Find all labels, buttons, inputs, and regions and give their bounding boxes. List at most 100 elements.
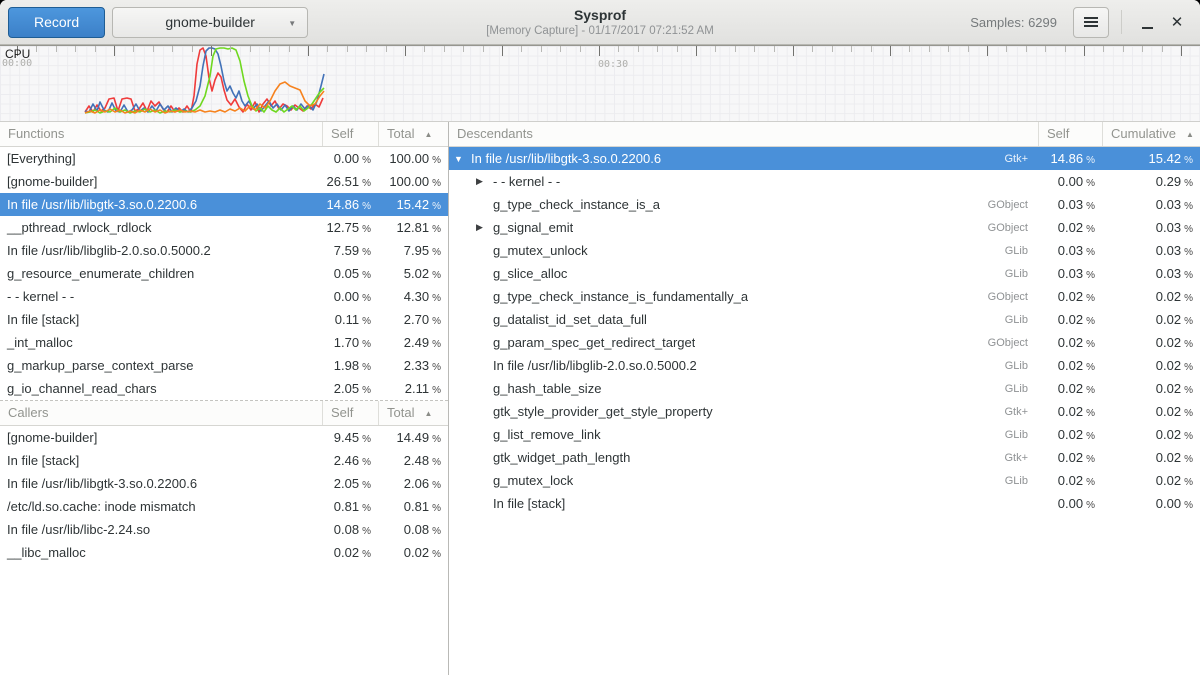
percent-sign: % [362, 339, 371, 350]
function-name: [gnome-builder] [0, 430, 322, 445]
table-row[interactable]: __libc_malloc0.02%0.02% [0, 541, 448, 564]
table-row[interactable]: /etc/ld.so.cache: inode mismatch0.81%0.8… [0, 495, 448, 518]
table-row[interactable]: g_datalist_id_set_data_fullGLib0.02%0.02… [449, 308, 1200, 331]
ruler-tick [114, 46, 115, 56]
table-row[interactable]: __pthread_rwlock_rdlock12.75%12.81% [0, 216, 448, 239]
percent-sign: % [362, 503, 371, 514]
table-row[interactable]: g_io_channel_read_chars2.05%2.11% [0, 377, 448, 400]
table-row[interactable]: g_resource_enumerate_children0.05%5.02% [0, 262, 448, 285]
table-row[interactable]: In file /usr/lib/libglib-2.0.so.0.5000.2… [449, 354, 1200, 377]
self-column-header[interactable]: Self [322, 122, 378, 146]
expander-right-icon[interactable]: ▶ [476, 222, 493, 233]
percent-sign: % [1086, 316, 1095, 327]
total-column-header[interactable]: Total▲ [378, 122, 448, 146]
descendant-name: g_mutex_lockGLib [449, 473, 1038, 488]
percent-cell: 0.02% [1102, 335, 1200, 350]
percent-value: 1.70 [334, 335, 359, 350]
table-row[interactable]: gtk_style_provider_get_style_propertyGtk… [449, 400, 1200, 423]
expander-right-icon[interactable]: ▶ [476, 176, 493, 187]
record-button[interactable]: Record [8, 7, 105, 38]
table-row[interactable]: g_type_check_instance_is_aGObject0.03%0.… [449, 193, 1200, 216]
ruler-tick [677, 46, 678, 52]
table-row[interactable]: ▶g_signal_emitGObject0.02%0.03% [449, 216, 1200, 239]
table-row[interactable]: g_hash_table_sizeGLib0.02%0.02% [449, 377, 1200, 400]
table-row[interactable]: g_markup_parse_context_parse1.98%2.33% [0, 354, 448, 377]
ruler-tick [929, 46, 930, 52]
timeline-mid-label: 00:30 [598, 59, 628, 70]
table-row[interactable]: In file /usr/lib/libglib-2.0.so.0.5000.2… [0, 239, 448, 262]
cumulative-column-header[interactable]: Cumulative▲ [1102, 122, 1200, 146]
percent-value: 0.81 [404, 499, 429, 514]
percent-sign: % [1086, 247, 1095, 258]
descendant-name: g_mutex_unlockGLib [449, 243, 1038, 258]
headerbar-right: Samples: 6299 ✕ [970, 7, 1192, 38]
self-column-header[interactable]: Self [1038, 122, 1102, 146]
percent-sign: % [432, 293, 441, 304]
percent-value: 0.02 [1058, 335, 1083, 350]
table-row[interactable]: - - kernel - -0.00%4.30% [0, 285, 448, 308]
percent-value: 14.86 [1051, 151, 1084, 166]
cpu-graph[interactable]: CPU 00:00 00:30 [0, 45, 1200, 122]
ruler-tick [560, 46, 561, 52]
table-row[interactable]: In file [stack]0.00%0.00% [449, 492, 1200, 515]
table-row[interactable]: In file /usr/lib/libgtk-3.so.0.2200.62.0… [0, 472, 448, 495]
library-badge: GLib [1005, 268, 1038, 280]
table-row[interactable]: gtk_widget_path_lengthGtk+0.02%0.02% [449, 446, 1200, 469]
table-row[interactable]: In file /usr/lib/libc-2.24.so0.08%0.08% [0, 518, 448, 541]
chevron-down-icon: ▼ [288, 19, 296, 28]
table-row[interactable]: g_mutex_lockGLib0.02%0.02% [449, 469, 1200, 492]
self-column-header[interactable]: Self [322, 401, 378, 425]
percent-cell: 15.42% [1102, 151, 1200, 166]
percent-value: 0.02 [1156, 450, 1181, 465]
ruler-tick [230, 46, 231, 52]
percent-sign: % [1184, 270, 1193, 281]
callers-column-header[interactable]: Callers [0, 401, 322, 425]
function-name: __libc_malloc [0, 545, 322, 560]
expander-down-icon[interactable]: ▼ [454, 154, 471, 164]
right-pane: Descendants Self Cumulative▲ ▼In file /u… [449, 122, 1200, 675]
functions-column-header[interactable]: Functions [0, 122, 322, 146]
table-row[interactable]: g_list_remove_linkGLib0.02%0.02% [449, 423, 1200, 446]
percent-sign: % [432, 247, 441, 258]
ruler-tick [1181, 46, 1182, 56]
ruler-tick [172, 46, 173, 52]
descendants-column-header[interactable]: Descendants [449, 122, 1038, 146]
menu-button[interactable] [1073, 7, 1109, 38]
table-row[interactable]: [gnome-builder]26.51%100.00% [0, 170, 448, 193]
percent-value: 0.03 [1156, 220, 1181, 235]
percent-cell: 0.03% [1102, 266, 1200, 281]
function-name: g_resource_enumerate_children [0, 266, 322, 281]
table-row[interactable]: [Everything]0.00%100.00% [0, 147, 448, 170]
table-row[interactable]: _int_malloc1.70%2.49% [0, 331, 448, 354]
percent-sign: % [362, 316, 371, 327]
table-row[interactable]: g_param_spec_get_redirect_targetGObject0… [449, 331, 1200, 354]
table-row[interactable]: g_slice_allocGLib0.03%0.03% [449, 262, 1200, 285]
table-row[interactable]: In file /usr/lib/libgtk-3.so.0.2200.614.… [0, 193, 448, 216]
percent-value: 2.70 [404, 312, 429, 327]
percent-sign: % [432, 362, 441, 373]
percent-value: 0.02 [404, 545, 429, 560]
ruler-tick [1065, 46, 1066, 52]
percent-cell: 1.98% [322, 358, 378, 373]
descendant-label: g_hash_table_size [493, 381, 601, 396]
table-row[interactable]: [gnome-builder]9.45%14.49% [0, 426, 448, 449]
descendant-name: In file [stack] [449, 496, 1038, 511]
total-column-header[interactable]: Total▲ [378, 401, 448, 425]
table-row[interactable]: In file [stack]2.46%2.48% [0, 449, 448, 472]
sysprof-window: Record gnome-builder ▼ Sysprof [Memory C… [0, 0, 1200, 675]
process-selector-dropdown[interactable]: gnome-builder ▼ [112, 7, 308, 38]
table-row[interactable]: ▼In file /usr/lib/libgtk-3.so.0.2200.6Gt… [449, 147, 1200, 170]
window-title: Sysprof [574, 7, 626, 24]
percent-cell: 0.02% [1038, 220, 1102, 235]
table-row[interactable]: In file [stack]0.11%2.70% [0, 308, 448, 331]
minimize-button[interactable] [1132, 7, 1162, 37]
percent-cell: 0.08% [322, 522, 378, 537]
close-button[interactable]: ✕ [1162, 7, 1192, 37]
table-row[interactable]: g_type_check_instance_is_fundamentally_a… [449, 285, 1200, 308]
percent-value: 0.02 [1058, 473, 1083, 488]
function-name: g_io_channel_read_chars [0, 381, 322, 396]
table-row[interactable]: g_mutex_unlockGLib0.03%0.03% [449, 239, 1200, 262]
table-row[interactable]: ▶- - kernel - -0.00%0.29% [449, 170, 1200, 193]
function-name: /etc/ld.so.cache: inode mismatch [0, 499, 322, 514]
percent-cell: 0.02% [1102, 404, 1200, 419]
